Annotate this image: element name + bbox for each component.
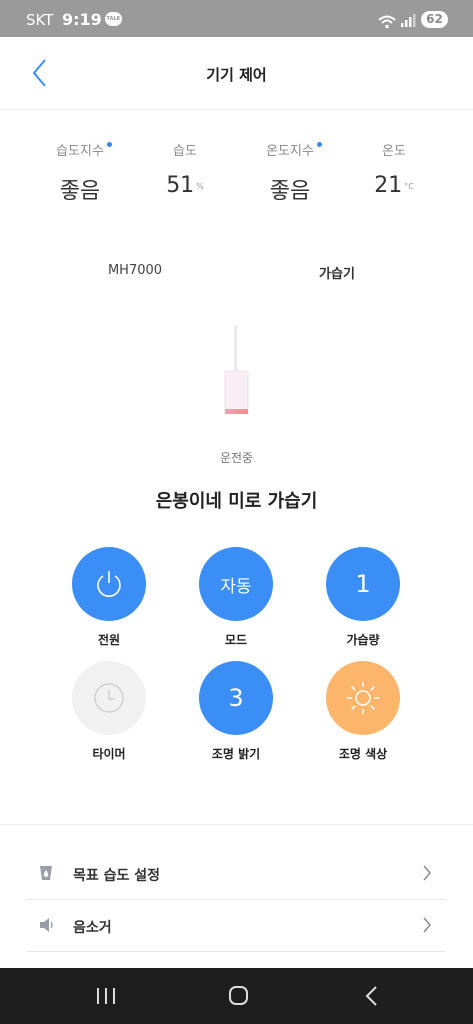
recent-apps-icon: [97, 988, 115, 1004]
control-label: 모드: [224, 633, 248, 647]
speaker-icon: [38, 916, 56, 938]
home-button[interactable]: [218, 984, 258, 1008]
status-bar: SKT 9:19 TALK 62: [0, 0, 473, 37]
setting-label: 목표 습도 설정: [73, 868, 161, 884]
divider: [0, 824, 473, 825]
power-button[interactable]: [72, 547, 146, 621]
setting-label: 음소거: [73, 920, 112, 936]
back-arrow-icon: [365, 986, 377, 1006]
brightness-control[interactable]: 3 조명 밝기: [181, 661, 291, 762]
control-label: 전원: [97, 633, 121, 647]
page-title: 기기 제어: [206, 66, 267, 84]
env-value: 51%: [166, 173, 204, 198]
env-label: 습도지수: [56, 140, 112, 159]
clock-time: 9:19: [62, 10, 102, 29]
env-label: 습도: [173, 144, 197, 159]
battery-indicator: 62: [421, 11, 448, 28]
carrier-label: SKT: [26, 11, 54, 29]
timer-button[interactable]: [72, 661, 146, 735]
device-name: 은봉이네 미로 가습기: [155, 491, 318, 512]
info-dot: [106, 142, 112, 147]
control-label: 조명 밝기: [211, 747, 261, 761]
chevron-right-icon: [422, 916, 432, 938]
device-status: 운전중: [219, 451, 254, 465]
env-label: 온도지수: [266, 140, 322, 159]
humidifier-illustration: [221, 325, 251, 420]
humidity-index: 습도지수 좋음: [30, 140, 130, 205]
home-icon: [229, 986, 248, 1005]
clock-icon: [94, 683, 124, 713]
mute-setting[interactable]: 음소거: [26, 900, 446, 952]
control-label: 조명 색상: [338, 747, 388, 761]
amount-control[interactable]: 1 가습량: [308, 547, 418, 648]
control-label: 가습량: [346, 633, 380, 647]
recent-apps-button[interactable]: [86, 984, 126, 1008]
app-bar: 기기 제어: [0, 37, 473, 110]
system-nav-bar: [0, 968, 473, 1024]
amount-button[interactable]: 1: [326, 547, 400, 621]
env-label: 온도: [382, 144, 406, 159]
env-value: 좋음: [59, 179, 101, 204]
wifi-icon: [378, 14, 396, 33]
temperature-reading: 온도 21 °C: [344, 140, 444, 198]
kakaotalk-icon: TALK: [105, 12, 122, 26]
power-icon: [97, 571, 121, 597]
model-name: MH7000: [107, 263, 163, 278]
chevron-right-icon: [422, 864, 432, 886]
humidity-reading: 습도 51%: [135, 140, 235, 198]
water-drop-icon: [38, 864, 54, 886]
sun-icon: [347, 682, 379, 714]
temperature-index: 온도지수 좋음: [240, 140, 340, 205]
control-label: 타이머: [92, 747, 126, 761]
brightness-button[interactable]: 3: [199, 661, 273, 735]
system-back-button[interactable]: [352, 984, 392, 1008]
env-value: 좋음: [269, 179, 311, 204]
target-humidity-setting[interactable]: 목표 습도 설정: [26, 848, 446, 900]
light-color-control[interactable]: 조명 색상: [308, 661, 418, 762]
signal-icon: [400, 13, 416, 32]
env-value: 21 °C: [374, 173, 414, 198]
mode-button[interactable]: 자동: [199, 547, 273, 621]
power-control[interactable]: 전원: [54, 547, 164, 648]
timer-control[interactable]: 타이머: [54, 661, 164, 762]
mode-control[interactable]: 자동 모드: [181, 547, 291, 648]
device-type: 가습기: [319, 267, 355, 282]
info-dot: [316, 142, 322, 147]
light-color-button[interactable]: [326, 661, 400, 735]
